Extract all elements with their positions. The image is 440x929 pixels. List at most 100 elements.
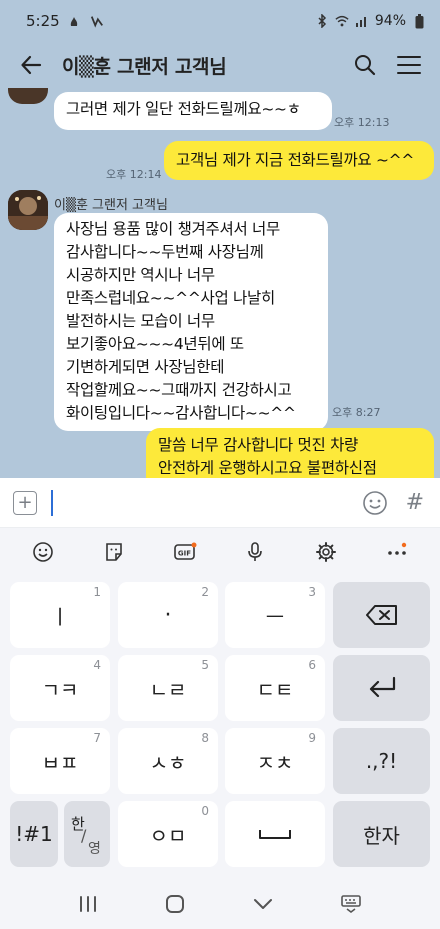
message-bubble-outgoing[interactable]: 고객님 제가 지금 전화드릴까요 ~^^ <box>164 141 434 180</box>
key-label: ㅈㅊ <box>256 750 294 775</box>
status-time: 5:25 <box>26 12 60 30</box>
profile-photo <box>8 190 48 230</box>
key-8[interactable]: ㅅㅎ 8 <box>118 728 218 794</box>
message-line: 기변하게되면 사장님한테 <box>66 358 225 376</box>
status-bar: 5:25 94% <box>0 0 440 42</box>
message-line: 만족스럽네요~~^^사업 나날히 <box>66 289 275 307</box>
voice-input-button[interactable] <box>240 537 270 567</box>
enter-key[interactable] <box>333 655 430 721</box>
sticker-button[interactable] <box>99 537 129 567</box>
sticker-icon <box>106 543 122 561</box>
key-number: 9 <box>308 731 316 745</box>
back-nav-button[interactable] <box>252 893 274 919</box>
message-line: 화이팅입니다~~감사합니다~~^^ <box>66 404 296 422</box>
space-icon <box>259 830 291 839</box>
key-7[interactable]: ㅂㅍ 7 <box>10 728 110 794</box>
backspace-icon <box>365 605 397 625</box>
attach-button[interactable]: + <box>13 490 37 515</box>
emoji-toolbar-button[interactable] <box>28 537 58 567</box>
hanja-key[interactable]: 한자 <box>333 801 430 867</box>
key-number: 3 <box>308 585 316 599</box>
app-notification-icon <box>90 14 104 28</box>
menu-button[interactable] <box>396 52 422 78</box>
key-number: 7 <box>93 731 101 745</box>
keyboard-switch-button[interactable] <box>339 894 363 918</box>
chat-title: 이▒훈 그랜저 고객님 <box>62 55 227 78</box>
notification-icon <box>68 14 82 28</box>
message-time: 오후 12:13 <box>334 116 390 129</box>
language-toggle-key[interactable]: 한 / 영 <box>64 801 110 867</box>
key-9[interactable]: ㅈㅊ 9 <box>225 728 325 794</box>
message-input-bar: + # <box>0 478 440 528</box>
message-line: 발전하시는 모습이 너무 <box>66 312 215 330</box>
gif-icon: GIF <box>173 542 197 560</box>
arrow-left-icon <box>21 55 42 75</box>
punctuation-key[interactable]: .,?! <box>333 728 430 794</box>
key-label: ㅡ <box>265 604 285 629</box>
key-3[interactable]: ㅡ 3 <box>225 582 325 648</box>
signal-icon <box>355 14 369 28</box>
home-icon <box>166 894 185 913</box>
key-label: !#1 <box>15 822 53 846</box>
key-label: ㄱㅋ <box>41 677 79 702</box>
message-bubble-outgoing[interactable]: 말씀 너무 감사합니다 멋진 차량 안전하게 운행하시고요 불편하신점 <box>146 428 434 478</box>
bluetooth-icon <box>315 14 329 28</box>
chat-area[interactable]: 그러면 제가 일단 전화드릴께요~~ㅎ 오후 12:13 오후 12:14 고객… <box>0 88 440 478</box>
key-0[interactable]: ㅇㅁ 0 <box>118 801 218 867</box>
enter-icon <box>369 676 395 698</box>
keyboard-icon <box>341 894 362 913</box>
more-options-button[interactable] <box>382 537 412 567</box>
smiley-icon <box>362 490 387 515</box>
svg-text:GIF: GIF <box>178 550 191 558</box>
space-key[interactable] <box>225 801 325 867</box>
chevron-down-icon <box>253 898 272 909</box>
key-number: 5 <box>201 658 209 672</box>
key-label: ㄴㄹ <box>149 677 187 702</box>
message-line: 사장님 용품 많이 챙겨주셔서 너무 <box>66 220 280 238</box>
wifi-icon <box>335 14 349 28</box>
battery-icon <box>412 13 426 28</box>
message-line: 안전하게 운행하시고요 불편하신점 <box>158 459 377 477</box>
home-button[interactable] <box>164 893 186 919</box>
key-2[interactable]: · 2 <box>118 582 218 648</box>
back-button[interactable] <box>0 42 62 88</box>
message-input[interactable] <box>53 487 362 518</box>
key-label: ㅣ <box>50 604 70 629</box>
sender-name: 이▒훈 그랜저 고객님 <box>54 198 168 213</box>
message-bubble-incoming[interactable]: 그러면 제가 일단 전화드릴께요~~ㅎ <box>54 92 332 130</box>
recent-apps-button[interactable] <box>77 894 99 918</box>
message-line: 시공하지만 역시나 너무 <box>66 266 215 284</box>
key-6[interactable]: ㄷㅌ 6 <box>225 655 325 721</box>
keyboard: GIF ㅣ 1 · 2 ㅡ 3 ㄱㅋ 4 ㄴㄹ 5 ㄷㅌ 6 ㅂㅍ 7 ㅅㅎ 8… <box>0 528 440 882</box>
gif-button[interactable]: GIF <box>170 537 200 567</box>
battery-level: 94% <box>374 13 406 29</box>
sharp-search-button[interactable]: # <box>406 490 424 515</box>
keyboard-settings-button[interactable] <box>311 537 341 567</box>
key-label: ㅇㅁ <box>149 823 187 848</box>
search-button[interactable] <box>352 52 378 78</box>
plus-icon: + <box>17 491 33 513</box>
message-line: 작업할께요~~그때까지 건강하시고 <box>66 381 292 399</box>
key-4[interactable]: ㄱㅋ 4 <box>10 655 110 721</box>
smiley-icon <box>33 542 54 562</box>
message-text: 고객님 제가 지금 전화드릴까요 ~^^ <box>176 151 415 169</box>
search-icon <box>355 55 376 76</box>
symbols-key[interactable]: !#1 <box>10 801 58 867</box>
message-line: 말씀 너무 감사합니다 멋진 차량 <box>158 436 358 454</box>
sender-avatar[interactable] <box>8 190 48 230</box>
key-5[interactable]: ㄴㄹ 5 <box>118 655 218 721</box>
key-number: 2 <box>201 585 209 599</box>
hamburger-menu-icon <box>397 56 421 74</box>
sender-avatar-partial[interactable] <box>8 88 48 104</box>
key-1[interactable]: ㅣ 1 <box>10 582 110 648</box>
key-label: .,?! <box>365 749 398 773</box>
message-line: 보기좋아요~~~4년뒤에 또 <box>66 335 244 353</box>
backspace-key[interactable] <box>333 582 430 648</box>
key-label: ㅂㅍ <box>41 750 79 775</box>
key-label: ㄷㅌ <box>256 677 294 702</box>
key-number: 4 <box>93 658 101 672</box>
message-bubble-incoming[interactable]: 사장님 용품 많이 챙겨주셔서 너무 감사합니다~~두번째 사장님께 시공하지만… <box>54 213 328 431</box>
key-number: 8 <box>201 731 209 745</box>
gear-icon <box>315 542 336 562</box>
emoticon-button[interactable] <box>362 490 388 516</box>
